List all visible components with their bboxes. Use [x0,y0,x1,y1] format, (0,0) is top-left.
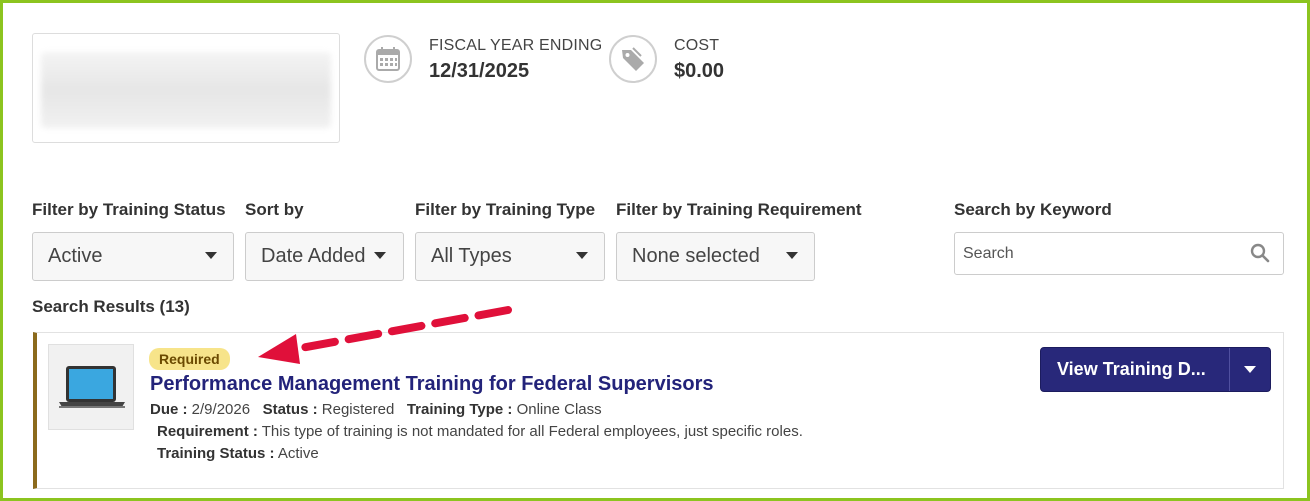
search-results-count: Search Results (13) [32,297,190,316]
due-label: Due : [150,401,188,418]
training-type-value: All Types [431,245,512,267]
chevron-down-icon [576,252,588,259]
search-icon[interactable] [1250,243,1270,268]
training-status-value: Active [277,445,319,462]
organization-logo [32,33,340,143]
fiscal-year-info: FISCAL YEAR ENDING 12/31/2025 [364,35,603,83]
sort-by-label: Sort by [245,200,304,219]
training-requirement-value: None selected [632,245,760,267]
laptop-icon [59,366,125,408]
view-training-split-button: View Training D... [1040,347,1271,392]
keyword-search-box [954,232,1284,275]
training-title-link[interactable]: Performance Management Training for Fede… [150,373,714,396]
keyword-search-input[interactable] [961,243,1235,264]
chevron-down-icon [1244,366,1256,373]
training-requirement-filter-label: Filter by Training Requirement [616,200,862,219]
requirement-label: Requirement : [157,423,258,440]
cost-label: COST [674,37,720,54]
training-status-line: Training Status : Active [157,445,319,462]
training-type-filter-label: Filter by Training Type [415,200,596,219]
required-badge: Required [149,348,230,370]
training-status-value: Active [48,245,103,267]
sort-by-value: Date Added [261,245,366,267]
online-class-thumbnail [48,344,134,430]
due-value: 2/9/2026 [191,401,251,418]
training-status-select[interactable]: Active [32,232,234,281]
requirement-value: This type of training is not mandated fo… [261,423,803,440]
cost-info: COST $0.00 [609,35,725,83]
view-training-details-button[interactable]: View Training D... [1041,359,1231,380]
chevron-down-icon [205,252,217,259]
price-tag-icon [609,35,657,83]
annotation-arrow [258,306,512,364]
sort-by-select[interactable]: Date Added [245,232,404,281]
training-type-select[interactable]: All Types [415,232,605,281]
training-type-value: Online Class [516,401,602,418]
view-training-options-toggle[interactable] [1229,348,1270,391]
chevron-down-icon [374,252,386,259]
training-meta-line: Due : 2/9/2026 Status : Registered Train… [150,401,602,418]
training-status-filter-label: Filter by Training Status [32,200,226,219]
training-requirement-select[interactable]: None selected [616,232,815,281]
training-status-label: Training Status : [157,445,275,462]
chevron-down-icon [786,252,798,259]
status-label: Status : [262,401,318,418]
fiscal-year-value: 12/31/2025 [429,60,530,82]
requirement-line: Requirement : This type of training is n… [157,423,803,440]
cost-value: $0.00 [674,60,725,82]
keyword-search-label: Search by Keyword [954,200,1112,219]
training-result-card: Required Performance Management Training… [33,332,1284,489]
training-type-label: Training Type : [406,401,513,418]
status-value: Registered [321,401,395,418]
calendar-icon [364,35,412,83]
blurred-logo-image [41,52,331,128]
fiscal-year-label: FISCAL YEAR ENDING [429,37,603,54]
